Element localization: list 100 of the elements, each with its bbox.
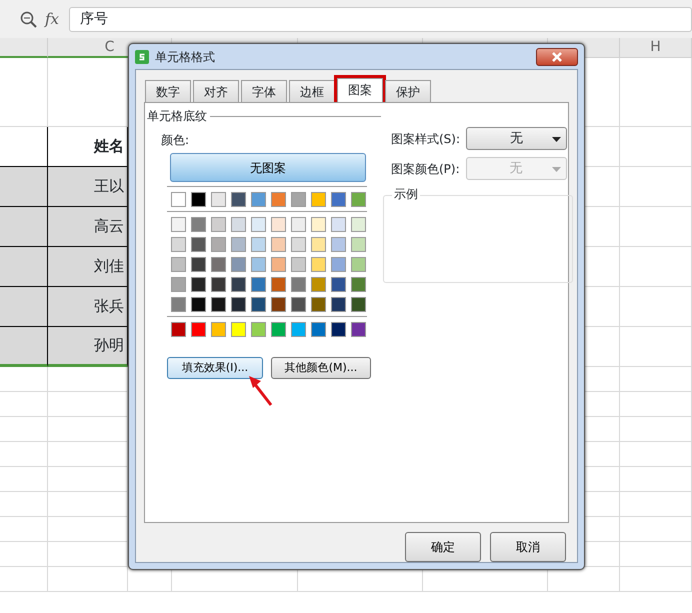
color-swatch[interactable]: [231, 217, 246, 232]
color-swatch[interactable]: [251, 277, 266, 292]
table-cell[interactable]: [0, 327, 48, 367]
color-swatch[interactable]: [191, 297, 206, 312]
tab[interactable]: 对齐: [193, 80, 239, 102]
color-swatch[interactable]: [231, 297, 246, 312]
zoom-icon[interactable]: [20, 10, 37, 28]
grid-cell[interactable]: [620, 207, 692, 247]
table-cell[interactable]: [0, 207, 48, 247]
color-swatch[interactable]: [311, 297, 326, 312]
formula-input[interactable]: 序号: [69, 6, 692, 32]
color-swatch[interactable]: [311, 277, 326, 292]
color-swatch[interactable]: [291, 257, 306, 272]
grid-cell[interactable]: [620, 567, 692, 592]
table-header-cell[interactable]: 姓名: [48, 127, 128, 167]
color-swatch[interactable]: [251, 217, 266, 232]
grid-cell[interactable]: [620, 517, 692, 542]
color-swatch[interactable]: [351, 277, 366, 292]
color-swatch[interactable]: [351, 297, 366, 312]
color-swatch[interactable]: [231, 322, 246, 337]
color-swatch[interactable]: [231, 237, 246, 252]
color-swatch[interactable]: [211, 192, 226, 207]
color-swatch[interactable]: [251, 192, 266, 207]
color-swatch[interactable]: [171, 217, 186, 232]
color-swatch[interactable]: [351, 257, 366, 272]
tab[interactable]: 图案: [337, 78, 383, 102]
color-swatch[interactable]: [171, 192, 186, 207]
fill-effects-button[interactable]: 填充效果(I)...: [167, 357, 263, 379]
column-header[interactable]: [0, 38, 48, 58]
column-header[interactable]: H: [620, 38, 692, 58]
table-cell[interactable]: 王以: [48, 167, 128, 207]
color-swatch[interactable]: [251, 322, 266, 337]
color-swatch[interactable]: [191, 257, 206, 272]
color-swatch[interactable]: [271, 217, 286, 232]
table-cell[interactable]: [0, 127, 48, 167]
grid-cell[interactable]: [0, 442, 48, 467]
grid-cell[interactable]: [0, 367, 48, 392]
color-swatch[interactable]: [191, 277, 206, 292]
color-swatch[interactable]: [351, 217, 366, 232]
color-swatch[interactable]: [291, 192, 306, 207]
color-swatch[interactable]: [171, 257, 186, 272]
table-cell[interactable]: [0, 247, 48, 287]
color-swatch[interactable]: [331, 217, 346, 232]
color-swatch[interactable]: [191, 322, 206, 337]
grid-cell[interactable]: [620, 417, 692, 442]
table-cell[interactable]: [0, 287, 48, 327]
color-swatch[interactable]: [211, 277, 226, 292]
table-cell[interactable]: [0, 167, 48, 207]
color-swatch[interactable]: [271, 322, 286, 337]
grid-cell[interactable]: [620, 367, 692, 392]
color-swatch[interactable]: [311, 217, 326, 232]
color-swatch[interactable]: [271, 297, 286, 312]
color-swatch[interactable]: [271, 192, 286, 207]
color-swatch[interactable]: [171, 277, 186, 292]
color-swatch[interactable]: [191, 217, 206, 232]
color-swatch[interactable]: [171, 297, 186, 312]
color-swatch[interactable]: [351, 192, 366, 207]
function-label[interactable]: fx: [45, 8, 60, 30]
color-swatch[interactable]: [311, 237, 326, 252]
color-swatch[interactable]: [211, 237, 226, 252]
grid-cell[interactable]: [620, 287, 692, 327]
grid-cell[interactable]: [620, 392, 692, 417]
grid-cell[interactable]: [620, 247, 692, 287]
color-swatch[interactable]: [291, 322, 306, 337]
color-swatch[interactable]: [311, 322, 326, 337]
color-swatch[interactable]: [191, 237, 206, 252]
grid-cell[interactable]: [620, 127, 692, 167]
dialog-button[interactable]: 确定: [405, 532, 481, 562]
color-swatch[interactable]: [291, 297, 306, 312]
tab[interactable]: 边框: [289, 80, 335, 102]
color-swatch[interactable]: [331, 277, 346, 292]
tab[interactable]: 数字: [145, 80, 191, 102]
more-colors-button[interactable]: 其他颜色(M)...: [271, 357, 371, 379]
color-swatch[interactable]: [291, 217, 306, 232]
color-swatch[interactable]: [231, 192, 246, 207]
color-swatch[interactable]: [271, 257, 286, 272]
grid-cell[interactable]: [0, 492, 48, 517]
color-swatch[interactable]: [171, 322, 186, 337]
color-swatch[interactable]: [171, 237, 186, 252]
color-swatch[interactable]: [211, 297, 226, 312]
grid-cell[interactable]: [0, 392, 48, 417]
grid-cell[interactable]: [0, 567, 48, 592]
color-swatch[interactable]: [211, 217, 226, 232]
grid-cell[interactable]: [0, 542, 48, 567]
color-swatch[interactable]: [331, 192, 346, 207]
color-swatch[interactable]: [351, 237, 366, 252]
grid-cell[interactable]: [620, 542, 692, 567]
color-swatch[interactable]: [331, 297, 346, 312]
table-cell[interactable]: 刘佳: [48, 247, 128, 287]
table-cell[interactable]: 孙明: [48, 327, 128, 367]
tab[interactable]: 保护: [385, 80, 431, 102]
grid-cell[interactable]: [0, 417, 48, 442]
color-swatch[interactable]: [331, 257, 346, 272]
grid-cell[interactable]: [0, 517, 48, 542]
tab[interactable]: 字体: [241, 80, 287, 102]
color-swatch[interactable]: [311, 257, 326, 272]
color-swatch[interactable]: [211, 257, 226, 272]
color-swatch[interactable]: [271, 237, 286, 252]
color-swatch[interactable]: [251, 257, 266, 272]
table-cell[interactable]: 高云: [48, 207, 128, 247]
